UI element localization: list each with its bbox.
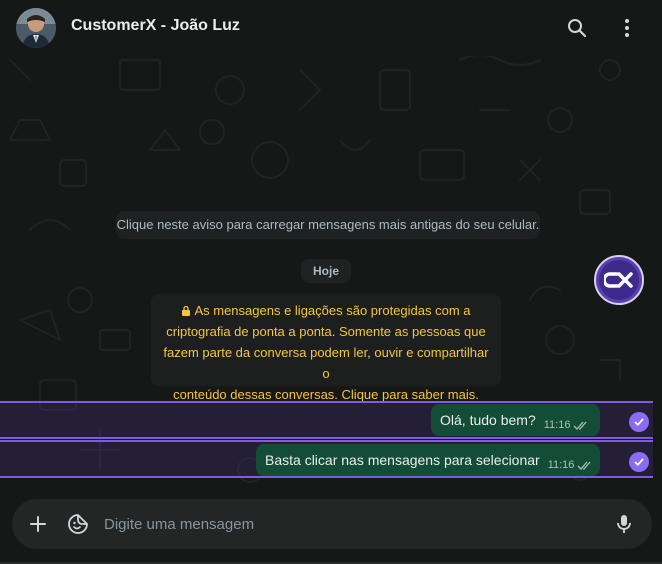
encryption-line: criptografia de ponta a ponta. Somente a…: [166, 324, 486, 339]
microphone-icon[interactable]: [612, 512, 636, 536]
scrollbar-track[interactable]: [653, 56, 662, 564]
load-older-messages-notice[interactable]: Clique neste aviso para carregar mensage…: [116, 211, 540, 239]
search-icon[interactable]: [565, 16, 589, 40]
message-text: Basta clicar nas mensagens para selecion…: [265, 452, 540, 468]
menu-dots-icon[interactable]: [615, 16, 639, 40]
double-check-icon: [577, 461, 591, 470]
day-separator: Hoje: [301, 259, 351, 283]
selection-checkbox[interactable]: [629, 412, 649, 432]
plus-icon[interactable]: [26, 512, 50, 536]
message-meta: 11:16: [544, 419, 590, 431]
double-check-icon: [573, 421, 587, 430]
avatar-photo: [16, 8, 56, 48]
message-text: Olá, tudo bem?: [440, 412, 536, 428]
customerx-logo-mark: [599, 260, 639, 300]
sticker-icon[interactable]: [66, 512, 90, 536]
message-time: 11:16: [547, 459, 575, 471]
message-meta: 11:16: [548, 459, 594, 471]
contact-name[interactable]: CustomerX - João Luz: [71, 17, 240, 35]
message-time: 11:16: [543, 419, 571, 431]
avatar[interactable]: [16, 8, 56, 48]
checkmark-icon: [634, 458, 644, 466]
chat-header: CustomerX - João Luz: [0, 0, 662, 56]
message-input[interactable]: [104, 513, 584, 535]
selection-checkbox[interactable]: [629, 452, 649, 472]
encryption-line: fazem parte da conversa podem ler, ouvir…: [163, 345, 489, 381]
outgoing-message-bubble[interactable]: Olá, tudo bem? 11:16: [431, 404, 600, 436]
outgoing-message-bubble[interactable]: Basta clicar nas mensagens para selecion…: [256, 444, 600, 476]
message-composer: [12, 499, 652, 549]
customerx-logo[interactable]: [594, 255, 644, 305]
encryption-notice[interactable]: As mensagens e ligações são protegidas c…: [151, 294, 501, 402]
encryption-line: As mensagens e ligações são protegidas c…: [161, 300, 491, 321]
lock-icon: [182, 305, 191, 316]
checkmark-icon: [634, 418, 644, 426]
